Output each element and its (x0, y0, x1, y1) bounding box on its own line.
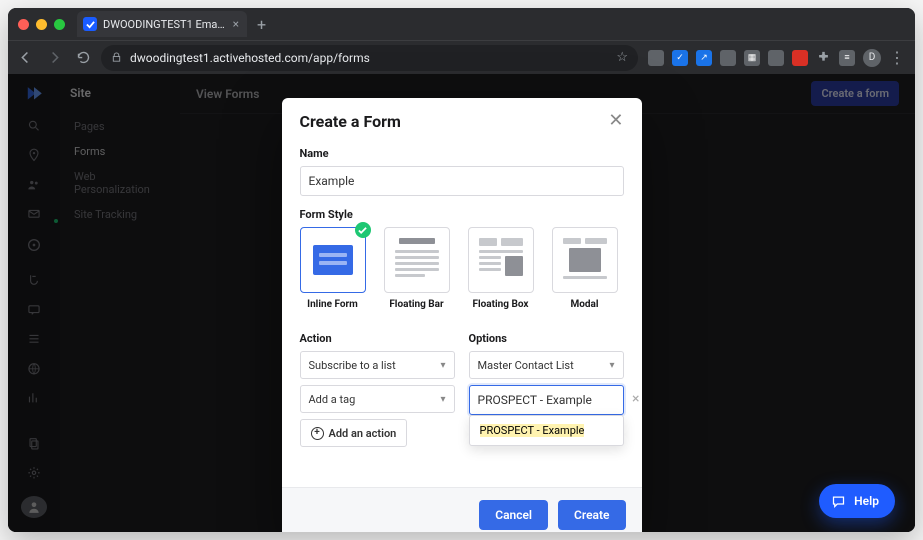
forward-icon[interactable] (47, 50, 62, 65)
clear-icon[interactable]: × (632, 391, 639, 407)
lock-icon (111, 52, 122, 63)
options-label: Options (469, 332, 624, 345)
window-close-button[interactable] (18, 19, 29, 30)
extension-icon[interactable]: ↗ (696, 50, 712, 66)
suggestion-item[interactable]: PROSPECT - Example (474, 420, 619, 441)
style-option-floating-bar[interactable]: Floating Bar (384, 227, 450, 310)
extension-icon[interactable] (648, 50, 664, 66)
add-action-button[interactable]: + Add an action (300, 419, 408, 447)
chevron-down-icon: ▾ (609, 360, 614, 371)
profile-avatar[interactable]: D (863, 49, 881, 67)
address-bar[interactable]: dwoodingtest1.activehosted.com/app/forms… (101, 45, 638, 71)
browser-titlebar: DWOODINGTEST1 Email Mark… × + (8, 8, 915, 40)
new-tab-button[interactable]: + (257, 15, 266, 34)
window-maximize-button[interactable] (54, 19, 65, 30)
option-select-1[interactable]: Master Contact List ▾ (469, 351, 624, 379)
extension-icon[interactable]: ▦ (744, 50, 760, 66)
extension-icon[interactable] (720, 50, 736, 66)
back-icon[interactable] (18, 50, 33, 65)
modal-footer: Cancel Create (282, 487, 642, 532)
style-label: Inline Form (307, 299, 358, 310)
action-label: Action (300, 332, 455, 345)
action-select-2[interactable]: Add a tag ▾ (300, 385, 455, 413)
chevron-down-icon: ▾ (440, 394, 445, 405)
favicon-icon (83, 17, 97, 31)
help-label: Help (854, 494, 879, 508)
chevron-down-icon: ▾ (440, 360, 445, 371)
browser-menu-icon[interactable]: ⋮ (889, 50, 905, 66)
help-button[interactable]: Help (819, 484, 895, 518)
window-minimize-button[interactable] (36, 19, 47, 30)
url-text: dwoodingtest1.activehosted.com/app/forms (130, 51, 608, 65)
extension-icon[interactable] (768, 50, 784, 66)
style-option-inline-form[interactable]: Inline Form (300, 227, 366, 310)
create-form-modal: Create a Form ✕ Name Form Style Inline F… (282, 98, 642, 532)
cancel-button[interactable]: Cancel (479, 500, 548, 530)
tab-close-icon[interactable]: × (233, 17, 239, 31)
extension-icon[interactable] (792, 50, 808, 66)
style-option-modal[interactable]: Modal (552, 227, 618, 310)
action-select-1[interactable]: Subscribe to a list ▾ (300, 351, 455, 379)
modal-title: Create a Form (300, 112, 401, 131)
tag-input[interactable] (469, 385, 624, 415)
extensions-menu-icon[interactable] (816, 50, 831, 65)
chat-icon (831, 494, 846, 509)
form-style-label: Form Style (300, 208, 624, 221)
reload-icon[interactable] (76, 50, 91, 65)
style-label: Floating Box (473, 299, 529, 310)
style-label: Floating Bar (389, 299, 443, 310)
autocomplete-dropdown: PROSPECT - Example (469, 415, 624, 446)
bookmark-icon[interactable]: ☆ (616, 50, 628, 65)
create-button[interactable]: Create (558, 500, 625, 530)
extension-icon[interactable]: ≡ (839, 50, 855, 66)
window-controls (18, 19, 65, 30)
browser-extensions: ✓ ↗ ▦ ≡ D ⋮ (648, 49, 905, 67)
browser-toolbar: dwoodingtest1.activehosted.com/app/forms… (8, 40, 915, 74)
browser-window: DWOODINGTEST1 Email Mark… × + dwoodingte… (8, 8, 915, 532)
form-style-options: Inline Form Floating Bar (300, 227, 624, 310)
form-name-input[interactable] (300, 166, 624, 196)
tag-input-wrapper: × PROSPECT - Example (469, 385, 624, 415)
tab-title: DWOODINGTEST1 Email Mark… (103, 18, 227, 31)
style-option-floating-box[interactable]: Floating Box (468, 227, 534, 310)
extension-icon[interactable]: ✓ (672, 50, 688, 66)
browser-tab[interactable]: DWOODINGTEST1 Email Mark… × (77, 11, 247, 37)
close-icon[interactable]: ✕ (608, 112, 623, 130)
name-label: Name (300, 147, 624, 160)
style-label: Modal (570, 299, 598, 310)
plus-icon: + (311, 427, 324, 440)
checkmark-icon (355, 222, 371, 238)
